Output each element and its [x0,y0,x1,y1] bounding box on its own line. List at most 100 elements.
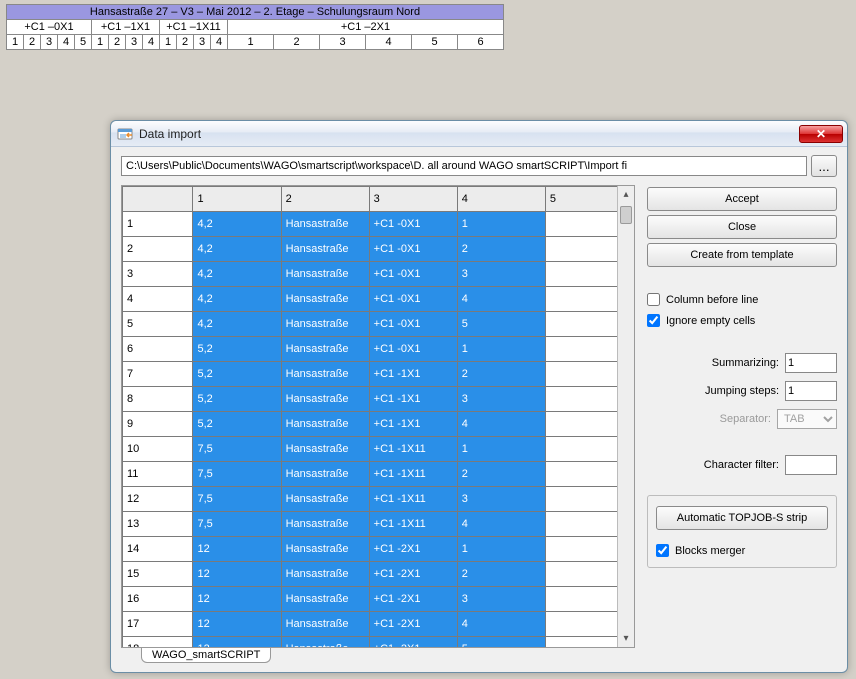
table-row[interactable]: 137,5Hansastraße+C1 -1X114 [123,512,634,537]
table-row[interactable]: 65,2Hansastraße+C1 -0X11 [123,337,634,362]
grid-row-header[interactable]: 2 [123,237,193,262]
grid-cell[interactable]: +C1 -0X1 [369,287,457,312]
column-before-line-checkbox[interactable]: Column before line [647,293,837,306]
grid-row-header[interactable]: 12 [123,487,193,512]
grid-cell[interactable]: 12 [193,587,281,612]
grid-cell[interactable]: Hansastraße [281,337,369,362]
grid-cell[interactable]: +C1 -1X1 [369,362,457,387]
grid-cell[interactable]: 4,2 [193,262,281,287]
grid-cell[interactable]: 1 [457,537,545,562]
table-row[interactable]: 107,5Hansastraße+C1 -1X111 [123,437,634,462]
jumping-steps-input[interactable] [785,381,837,401]
table-row[interactable]: 1612Hansastraße+C1 -2X13 [123,587,634,612]
grid-cell[interactable]: Hansastraße [281,262,369,287]
grid-row-header[interactable]: 11 [123,462,193,487]
grid-cell[interactable]: 4,2 [193,237,281,262]
table-row[interactable]: 1412Hansastraße+C1 -2X11 [123,537,634,562]
grid-cell[interactable]: +C1 -0X1 [369,212,457,237]
grid-cell[interactable]: Hansastraße [281,312,369,337]
grid-cell[interactable]: +C1 -1X11 [369,487,457,512]
grid-cell[interactable]: 12 [193,612,281,637]
file-path-input[interactable] [121,156,807,176]
grid-cell[interactable]: Hansastraße [281,562,369,587]
grid-cell[interactable]: 4 [457,287,545,312]
grid-cell[interactable]: 7,5 [193,512,281,537]
table-row[interactable]: 85,2Hansastraße+C1 -1X13 [123,387,634,412]
grid-row-header[interactable]: 14 [123,537,193,562]
grid-cell[interactable]: Hansastraße [281,462,369,487]
grid-row-header[interactable]: 6 [123,337,193,362]
grid-cell[interactable]: 5 [457,312,545,337]
grid-cell[interactable]: 3 [457,487,545,512]
table-row[interactable]: 14,2Hansastraße+C1 -0X11 [123,212,634,237]
grid-row-header[interactable]: 17 [123,612,193,637]
grid-cell[interactable]: 3 [457,387,545,412]
grid-cell[interactable]: +C1 -1X11 [369,437,457,462]
grid-cell[interactable]: 2 [457,237,545,262]
grid-row-header[interactable]: 8 [123,387,193,412]
grid-cell[interactable]: Hansastraße [281,487,369,512]
grid-cell[interactable]: 5,2 [193,387,281,412]
grid-scrollbar[interactable]: ▴ ▾ [617,186,634,647]
grid-cell[interactable]: 5 [457,637,545,649]
grid-cell[interactable]: Hansastraße [281,412,369,437]
grid-cell[interactable]: +C1 -2X1 [369,537,457,562]
grid-row-header[interactable]: 3 [123,262,193,287]
grid-cell[interactable]: +C1 -2X1 [369,612,457,637]
grid-cell[interactable]: 4 [457,612,545,637]
grid-cell[interactable]: 12 [193,562,281,587]
grid-cell[interactable]: +C1 -1X1 [369,412,457,437]
grid-cell[interactable]: Hansastraße [281,537,369,562]
accept-button[interactable]: Accept [647,187,837,211]
grid-row-header[interactable]: 9 [123,412,193,437]
table-row[interactable]: 1712Hansastraße+C1 -2X14 [123,612,634,637]
table-row[interactable]: 34,2Hansastraße+C1 -0X13 [123,262,634,287]
grid-cell[interactable]: 1 [457,437,545,462]
grid-cell[interactable]: 7,5 [193,437,281,462]
close-button[interactable]: Close [647,215,837,239]
table-row[interactable]: 44,2Hansastraße+C1 -0X14 [123,287,634,312]
grid-cell[interactable]: +C1 -1X11 [369,462,457,487]
grid-cell[interactable]: Hansastraße [281,387,369,412]
grid-cell[interactable]: Hansastraße [281,212,369,237]
grid-cell[interactable]: +C1 -0X1 [369,237,457,262]
table-row[interactable]: 95,2Hansastraße+C1 -1X14 [123,412,634,437]
ignore-empty-cells-checkbox[interactable]: Ignore empty cells [647,314,837,327]
grid-cell[interactable]: 7,5 [193,487,281,512]
grid-cell[interactable]: +C1 -2X1 [369,637,457,649]
table-row[interactable]: 1812Hansastraße+C1 -2X15 [123,637,634,649]
grid-cell[interactable]: Hansastraße [281,237,369,262]
grid-cell[interactable]: 4 [457,512,545,537]
grid-row-header[interactable]: 16 [123,587,193,612]
grid-cell[interactable]: +C1 -2X1 [369,562,457,587]
browse-button[interactable]: ... [811,155,837,177]
titlebar[interactable]: Data import ✕ [111,121,847,147]
grid-cell[interactable]: +C1 -0X1 [369,337,457,362]
table-row[interactable]: 54,2Hansastraße+C1 -0X15 [123,312,634,337]
grid-cell[interactable]: 4,2 [193,287,281,312]
grid-cell[interactable]: 2 [457,462,545,487]
character-filter-input[interactable] [785,455,837,475]
grid-cell[interactable]: 4,2 [193,312,281,337]
grid-cell[interactable]: Hansastraße [281,437,369,462]
table-row[interactable]: 117,5Hansastraße+C1 -1X112 [123,462,634,487]
grid-cell[interactable]: 5,2 [193,362,281,387]
grid-col-header[interactable]: 3 [369,187,457,212]
grid-cell[interactable]: 3 [457,262,545,287]
grid-cell[interactable]: 5,2 [193,412,281,437]
table-row[interactable]: 24,2Hansastraße+C1 -0X12 [123,237,634,262]
grid-cell[interactable]: +C1 -1X11 [369,512,457,537]
grid-cell[interactable]: 5,2 [193,337,281,362]
grid-col-header[interactable]: 4 [457,187,545,212]
grid-cell[interactable]: +C1 -2X1 [369,587,457,612]
blocks-merger-checkbox[interactable]: Blocks merger [656,544,745,557]
grid-cell[interactable]: +C1 -0X1 [369,312,457,337]
grid-cell[interactable]: +C1 -0X1 [369,262,457,287]
grid-cell[interactable]: 4 [457,412,545,437]
grid-cell[interactable]: Hansastraße [281,512,369,537]
grid-row-header[interactable]: 7 [123,362,193,387]
grid-cell[interactable]: 1 [457,212,545,237]
grid-row-header[interactable]: 1 [123,212,193,237]
grid-row-header[interactable]: 18 [123,637,193,649]
table-row[interactable]: 127,5Hansastraße+C1 -1X113 [123,487,634,512]
